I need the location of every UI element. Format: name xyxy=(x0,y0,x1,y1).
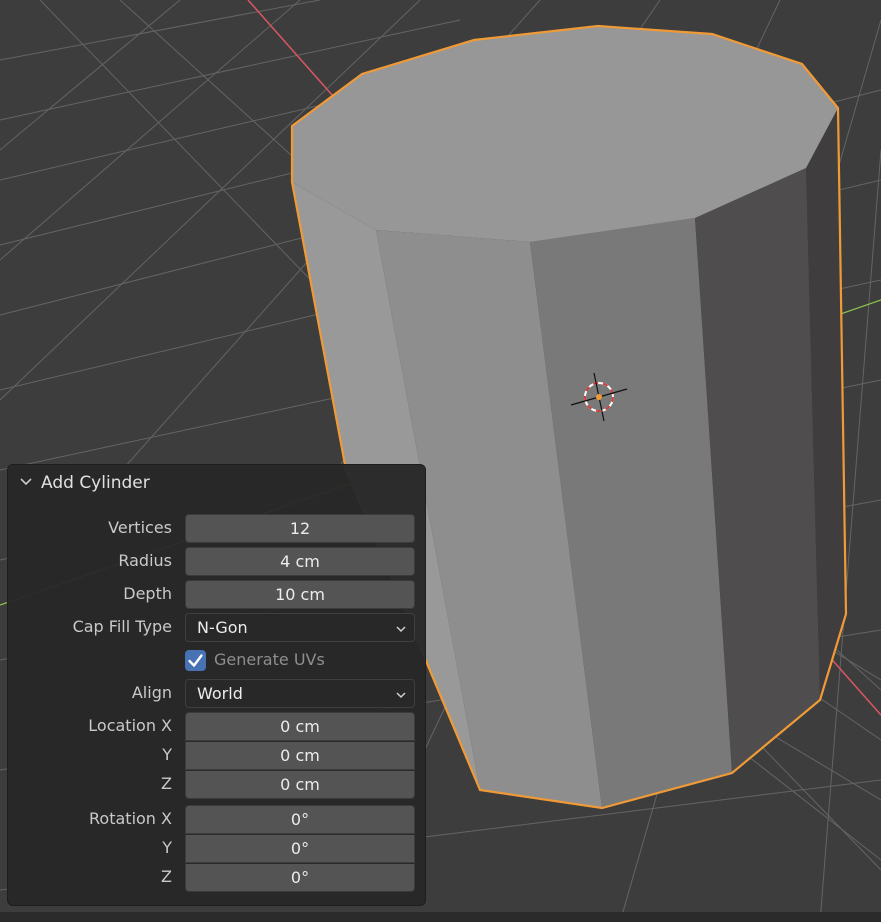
location-x-label: Location X xyxy=(88,716,172,735)
cap-fill-type-dropdown[interactable]: N-Gon xyxy=(185,613,415,642)
location-y-row: Y 0 cm xyxy=(8,741,425,770)
vertices-row: Vertices 12 xyxy=(8,514,425,543)
chevron-down-icon[interactable] xyxy=(18,474,34,490)
location-z-label: Z xyxy=(161,774,172,793)
vertices-field[interactable]: 12 xyxy=(185,514,415,543)
rotation-y-field[interactable]: 0° xyxy=(185,834,415,863)
generate-uvs-checkbox[interactable] xyxy=(185,650,206,671)
radius-row: Radius 4 cm xyxy=(8,547,425,576)
align-value: World xyxy=(197,684,243,703)
panel-title: Add Cylinder xyxy=(41,473,150,493)
rotation-x-row: Rotation X 0° xyxy=(8,805,425,834)
depth-label: Depth xyxy=(123,584,172,603)
panel-header[interactable]: Add Cylinder xyxy=(8,465,425,501)
location-x-field[interactable]: 0 cm xyxy=(185,712,415,741)
vertices-label: Vertices xyxy=(108,518,172,537)
align-dropdown[interactable]: World xyxy=(185,679,415,708)
align-label: Align xyxy=(131,683,172,702)
location-y-field[interactable]: 0 cm xyxy=(185,741,415,770)
align-row: Align World xyxy=(8,679,425,708)
radius-label: Radius xyxy=(118,551,172,570)
redo-panel-add-cylinder[interactable]: Add Cylinder Vertices 12 Radius 4 cm Dep… xyxy=(7,464,426,906)
chevron-down-icon xyxy=(396,626,406,633)
checkmark-icon xyxy=(188,654,203,667)
cap-fill-type-value: N-Gon xyxy=(197,618,248,637)
radius-field[interactable]: 4 cm xyxy=(185,547,415,576)
depth-field[interactable]: 10 cm xyxy=(185,580,415,609)
bottom-header-strip xyxy=(0,912,881,922)
depth-row: Depth 10 cm xyxy=(8,580,425,609)
generate-uvs-label[interactable]: Generate UVs xyxy=(214,650,325,669)
rotation-y-label: Y xyxy=(162,838,172,857)
location-z-field[interactable]: 0 cm xyxy=(185,770,415,799)
location-y-label: Y xyxy=(162,745,172,764)
cap-fill-type-label: Cap Fill Type xyxy=(72,617,172,636)
cap-fill-type-row: Cap Fill Type N-Gon xyxy=(8,613,425,642)
rotation-x-label: Rotation X xyxy=(89,809,172,828)
generate-uvs-row: Generate UVs xyxy=(8,646,425,675)
location-x-row: Location X 0 cm xyxy=(8,712,425,741)
location-z-row: Z 0 cm xyxy=(8,770,425,799)
rotation-z-row: Z 0° xyxy=(8,863,425,892)
chevron-down-icon xyxy=(396,692,406,699)
rotation-x-field[interactable]: 0° xyxy=(185,805,415,834)
rotation-z-field[interactable]: 0° xyxy=(185,863,415,892)
rotation-z-label: Z xyxy=(161,867,172,886)
rotation-y-row: Y 0° xyxy=(8,834,425,863)
